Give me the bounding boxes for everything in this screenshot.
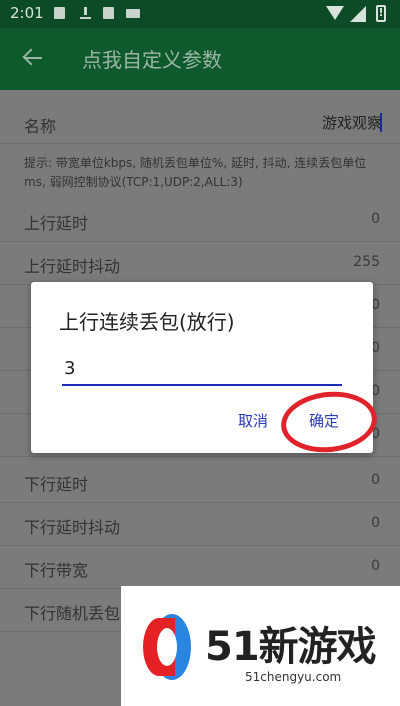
brand-logo-icon <box>141 612 191 682</box>
settings-row-downlink-delay[interactable]: 下行延时 0 <box>0 460 400 503</box>
dialog-input[interactable] <box>62 352 342 386</box>
row-label: 下行延时抖动 <box>24 518 121 537</box>
row-value: 0 <box>371 472 380 488</box>
settings-row-uplink-delay[interactable]: 上行延时 0 <box>0 199 400 242</box>
status-time: 2:01 <box>10 4 44 22</box>
image-notification-icon <box>54 7 65 19</box>
wifi-icon <box>326 6 344 20</box>
hint-text: 提示: 带宽单位kbps, 随机丢包单位%, 延时, 抖动, 连续丢包单位ms,… <box>24 156 367 189</box>
settings-row-downlink-jitter[interactable]: 下行延时抖动 0 <box>0 503 400 546</box>
row-label: 上行延时 <box>24 214 89 233</box>
row-value: 0 <box>371 211 380 227</box>
highlight-circle <box>278 387 380 457</box>
settings-row-uplink-jitter[interactable]: 上行延时抖动 255 <box>0 242 400 285</box>
settings-row-downlink-bandwidth[interactable]: 下行带宽 0 <box>0 546 400 589</box>
watermark-brand: 51新游戏 <box>205 624 377 670</box>
app-bar: 点我自定义参数 <box>0 28 400 90</box>
name-label: 名称 <box>24 117 57 136</box>
name-value: 游戏观察 <box>321 114 382 132</box>
download-icon <box>80 7 91 19</box>
name-row[interactable]: 名称 游戏观察 <box>0 100 400 144</box>
back-arrow-icon[interactable] <box>22 46 46 70</box>
row-label: 下行延时 <box>24 475 89 494</box>
row-value: 255 <box>353 254 380 270</box>
text-cursor <box>380 113 382 132</box>
edit-dialog: 上行连续丢包(放行) 取消 确定 <box>31 282 380 457</box>
dialog-title: 上行连续丢包(放行) <box>59 310 235 334</box>
status-bar: 2:01 <box>0 0 400 28</box>
battery-icon <box>376 5 386 22</box>
watermark-logo: 51新游戏 51chengyu.com <box>121 586 400 706</box>
row-label: 下行随机丢包 <box>24 604 121 623</box>
page-title: 点我自定义参数 <box>82 48 222 72</box>
row-value: 0 <box>371 515 380 531</box>
cancel-button[interactable]: 取消 <box>238 410 268 431</box>
row-value: 0 <box>371 558 380 574</box>
row-label: 上行延时抖动 <box>24 257 121 276</box>
app-notification-icon <box>103 7 114 19</box>
row-label: 下行带宽 <box>24 561 89 580</box>
signal-icon <box>350 6 366 22</box>
keyboard-icon <box>126 9 140 18</box>
watermark-domain: 51chengyu.com <box>245 670 342 684</box>
